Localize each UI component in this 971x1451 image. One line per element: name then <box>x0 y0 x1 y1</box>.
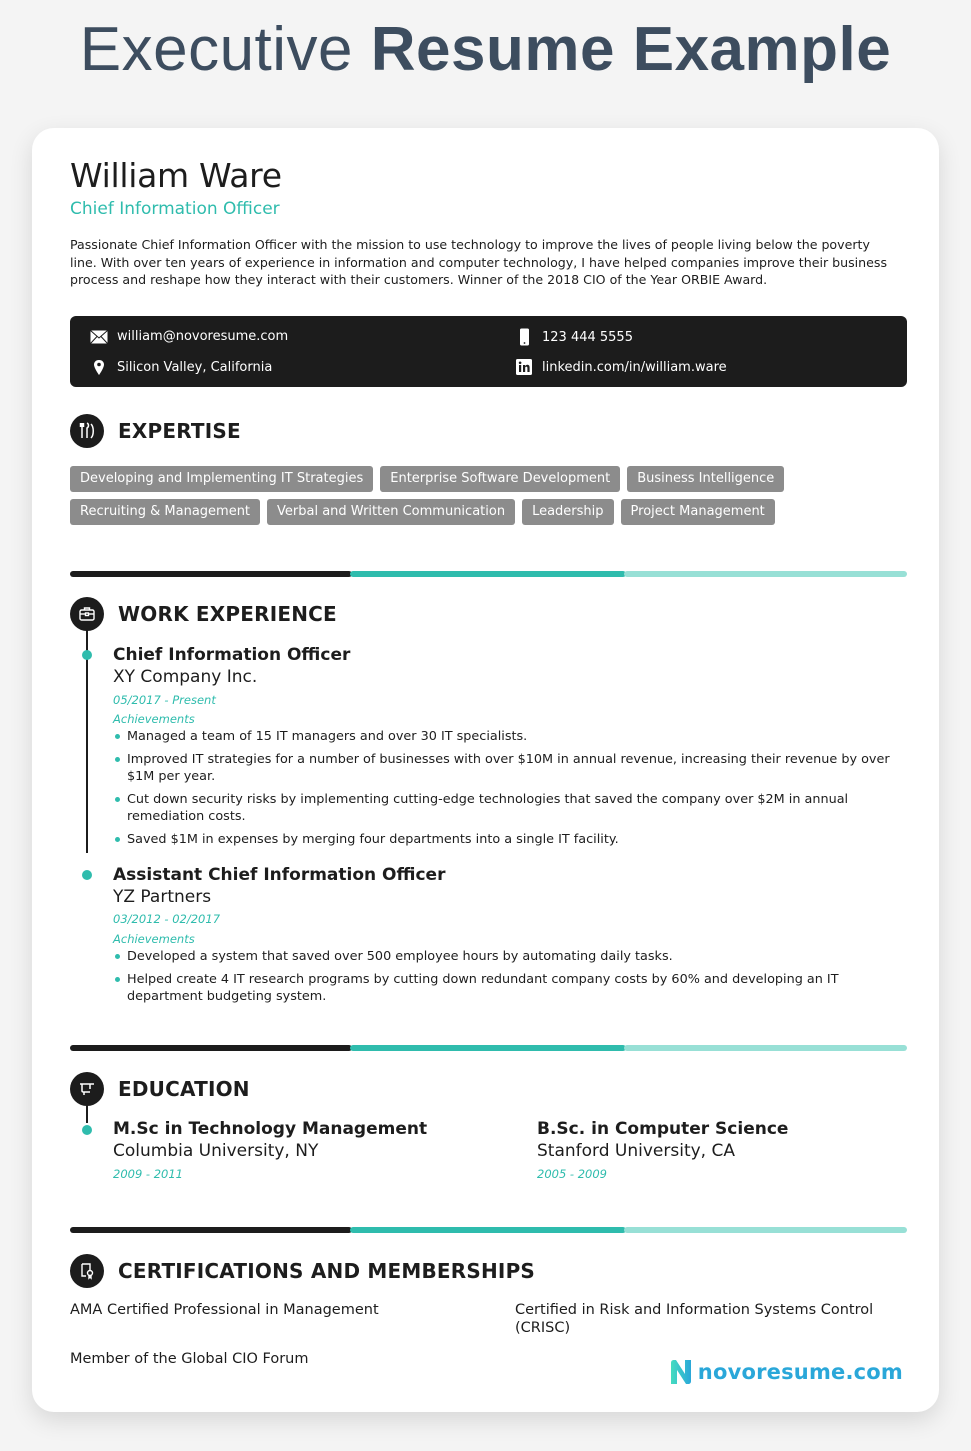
certificate-icon <box>81 1263 94 1280</box>
job-title: Chief Information Officer <box>113 645 351 665</box>
expertise-tag: Leadership <box>522 499 614 525</box>
education-dates: 2009 - 2011 <box>113 1167 183 1181</box>
novoresume-logo[interactable]: novoresume.com <box>670 1360 903 1384</box>
certifications-icon <box>70 1254 104 1288</box>
expertise-tag: Recruiting & Management <box>70 499 261 525</box>
education-timeline <box>86 1103 88 1123</box>
job-bullet: Managed a team of 15 IT managers and ove… <box>114 728 914 745</box>
job-title: Assistant Chief Information Officer <box>113 865 446 885</box>
certification-item: AMA Certified Professional in Management <box>70 1302 379 1318</box>
education-degree: M.Sc in Technology Management <box>113 1119 428 1139</box>
contact-phone-text: 123 444 5555 <box>542 329 633 345</box>
job-dates: 03/2012 - 02/2017 <box>113 912 221 926</box>
work-icon <box>70 597 104 631</box>
timeline-dot <box>82 1125 92 1135</box>
briefcase-icon <box>79 607 95 621</box>
page-heading-bold: Resume Example <box>370 15 892 84</box>
contact-email[interactable]: william@novoresume.com <box>90 329 288 344</box>
resume-role: Chief Information Officer <box>70 199 280 219</box>
education-title: EDUCATION <box>118 1077 250 1101</box>
job-bullet: Cut down security risks by implementing … <box>114 791 914 825</box>
contact-location-text: Silicon Valley, California <box>117 360 273 375</box>
envelope-icon <box>90 329 108 344</box>
page-heading: Executive Resume Example <box>0 14 971 85</box>
expertise-tag: Project Management <box>620 499 775 525</box>
certifications-title: CERTIFICATIONS AND MEMBERSHIPS <box>118 1259 536 1283</box>
section-divider <box>70 571 907 577</box>
job-achievements-label: Achievements <box>113 712 195 726</box>
linkedin-icon <box>516 359 532 375</box>
page-heading-light: Executive <box>79 15 354 84</box>
resume-card: William Ware Chief Information Officer P… <box>32 128 939 1412</box>
certification-item: Member of the Global CIO Forum <box>70 1351 309 1367</box>
expertise-icon <box>70 414 104 448</box>
job-dates: 05/2017 - Present <box>113 693 216 707</box>
job-company: YZ Partners <box>113 887 212 907</box>
job-achievements-label: Achievements <box>113 932 195 946</box>
job-bullet: Improved IT strategies for a number of b… <box>114 751 914 785</box>
work-timeline <box>86 628 88 853</box>
resume-summary: Passionate Chief Information Officer wit… <box>70 237 888 287</box>
expertise-tag-row: Developing and Implementing IT Strategie… <box>70 466 910 492</box>
work-title: WORK EXPERIENCE <box>118 602 337 626</box>
certification-item: Certified in Risk and Information System… <box>515 1302 874 1336</box>
education-school: Stanford University, CA <box>537 1141 735 1161</box>
expertise-tag: Business Intelligence <box>627 466 785 492</box>
contact-bar: william@novoresume.com Silicon Valley, C… <box>70 316 907 387</box>
contact-linkedin-text: linkedin.com/in/william.ware <box>542 359 727 375</box>
contact-location: Silicon Valley, California <box>90 359 272 376</box>
job-bullet: Helped create 4 IT research programs by … <box>114 971 914 1005</box>
timeline-dot <box>82 650 92 660</box>
timeline-dot <box>82 870 92 880</box>
job-bullet: Developed a system that saved over 500 e… <box>114 948 914 965</box>
expertise-tag: Enterprise Software Development <box>380 466 621 492</box>
tools-icon <box>79 422 94 439</box>
contact-email-text: william@novoresume.com <box>117 329 289 344</box>
education-degree: B.Sc. in Computer Science <box>537 1119 789 1139</box>
phone-icon <box>520 328 529 346</box>
expertise-title: EXPERTISE <box>118 419 241 443</box>
graduation-cap-icon <box>80 1083 94 1095</box>
section-divider <box>70 1045 907 1051</box>
contact-linkedin[interactable]: linkedin.com/in/william.ware <box>515 358 727 376</box>
job-bullet: Saved $1M in expenses by merging four de… <box>114 831 914 848</box>
expertise-tag: Developing and Implementing IT Strategie… <box>70 466 374 492</box>
education-dates: 2005 - 2009 <box>537 1167 607 1181</box>
job-bullets: Developed a system that saved over 500 e… <box>114 948 914 1011</box>
contact-phone[interactable]: 123 444 5555 <box>515 328 633 346</box>
novoresume-logo-text: novoresume.com <box>697 1360 903 1384</box>
location-pin-icon <box>94 360 104 375</box>
job-bullets: Managed a team of 15 IT managers and ove… <box>114 728 914 854</box>
expertise-tags: Developing and Implementing IT Strategie… <box>70 466 910 532</box>
expertise-tag-row: Recruiting & Management Verbal and Writt… <box>70 499 910 525</box>
novoresume-n-icon <box>670 1360 691 1384</box>
section-divider <box>70 1227 907 1233</box>
education-icon <box>70 1072 104 1106</box>
resume-name: William Ware <box>70 156 282 195</box>
expertise-tag: Verbal and Written Communication <box>267 499 516 525</box>
education-school: Columbia University, NY <box>113 1141 319 1161</box>
job-company: XY Company Inc. <box>113 667 258 687</box>
